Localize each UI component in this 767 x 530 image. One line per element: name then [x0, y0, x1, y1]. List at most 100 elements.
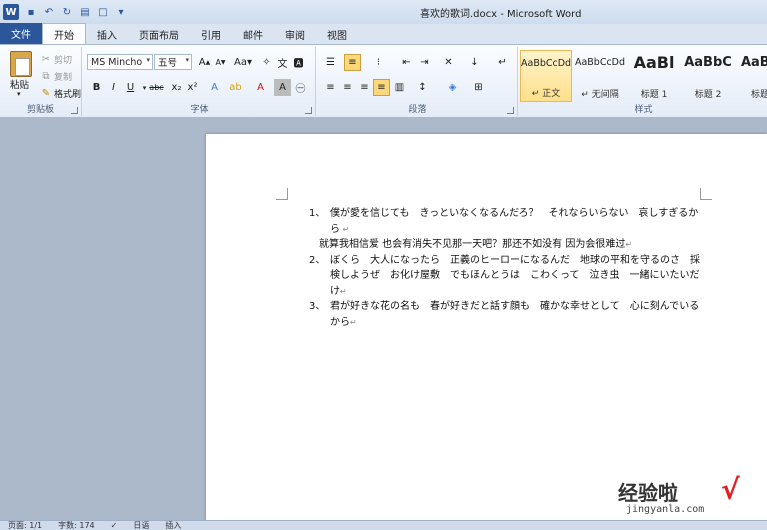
paste-dropdown-icon: ▾: [17, 90, 21, 98]
font-color-icon[interactable]: A: [252, 79, 269, 96]
status-language[interactable]: 日语: [133, 521, 149, 530]
clear-format-icon[interactable]: ✧: [258, 54, 275, 71]
shrink-font-icon[interactable]: A ▼: [212, 54, 229, 71]
tab-home[interactable]: 开始: [42, 23, 86, 44]
shading-icon[interactable]: ◈: [444, 79, 461, 96]
format-painter-button[interactable]: ✎ 格式刷: [38, 85, 81, 101]
style-title-sample: AaBb: [740, 55, 767, 70]
tab-mailings[interactable]: 邮件: [232, 24, 274, 44]
style-title-name: 标题: [750, 90, 767, 100]
document-area[interactable]: 1、 僕が愛を信じても きっといなくなるんだろ？ それならいらない 哀しすぎるか…: [0, 118, 767, 524]
list-item[interactable]: 就算我相信爱 也会有消失不见那一天吧？那还不如没有 因为会很难过↵: [309, 237, 704, 253]
align-center-icon[interactable]: ≡: [339, 79, 356, 96]
watermark: 经验啦 √ jingyanla.com: [618, 473, 763, 519]
italic-icon[interactable]: I: [105, 79, 122, 96]
styles-group-label: 样式: [634, 105, 653, 115]
paste-button[interactable]: 粘贴 ▾: [2, 47, 38, 105]
phonetic-guide-icon[interactable]: 文: [274, 54, 291, 71]
new-document-icon[interactable]: □: [96, 5, 110, 19]
paragraph-mark-icon: ↵: [340, 286, 347, 296]
list-item[interactable]: 1、 僕が愛を信じても きっといなくなるんだろ？ それならいらない 哀しすぎるか…: [309, 206, 704, 237]
sort-icon[interactable]: ↓: [466, 54, 483, 71]
char-border-icon[interactable]: 🅰: [290, 54, 307, 71]
align-right-icon[interactable]: ≡: [356, 79, 373, 96]
increase-indent-icon[interactable]: ⇥: [416, 54, 433, 71]
align-left-icon[interactable]: ≡: [322, 79, 339, 96]
paragraph-text: ぼくら 大人になったら 正義のヒーローになるんだ 地球の平和を守るのさ 採検しよ…: [330, 254, 700, 297]
format-painter-icon: ✎: [41, 87, 51, 99]
font-name-dropdown-icon: ▾: [146, 56, 150, 64]
word-logo-icon[interactable]: W: [3, 4, 19, 20]
superscript-icon[interactable]: x²: [184, 79, 201, 96]
font-group: MS Mincho ▾ 五号 ▾ A ▲ A ▼ Aa▾ ✧ 文 🅰 B I U ▾…: [84, 47, 316, 116]
style-heading-2-sample: AaBbC: [684, 55, 732, 70]
text-effects-icon[interactable]: A: [206, 79, 223, 96]
highlight-icon[interactable]: ab: [227, 79, 244, 96]
strikethrough-icon[interactable]: abc: [148, 79, 165, 96]
distributed-icon[interactable]: ▥: [391, 79, 408, 96]
tab-page-layout[interactable]: 页面布局: [128, 24, 190, 44]
borders-icon[interactable]: ⊞: [470, 79, 487, 96]
subscript-icon[interactable]: x₂: [168, 79, 185, 96]
chinese-layout-icon[interactable]: ✕: [440, 54, 457, 71]
print-preview-icon[interactable]: ▤: [78, 5, 92, 19]
font-size-combo[interactable]: 五号 ▾: [154, 54, 192, 70]
style-heading-2-name: 标题 2: [694, 90, 722, 100]
tab-file[interactable]: 文件: [0, 23, 42, 44]
style-heading-2[interactable]: AaBbC 标题 2: [682, 50, 734, 102]
style-title[interactable]: AaBb 标题: [734, 50, 767, 102]
styles-group: AaBbCcDd ↵ 正文 AaBbCcDd ↵ 无间隔 AaBl 标题 1 A…: [520, 47, 767, 116]
tab-view[interactable]: 视图: [316, 24, 358, 44]
style-no-spacing-sample: AaBbCcDd: [574, 57, 626, 68]
bold-icon[interactable]: B: [88, 79, 105, 96]
change-case-icon[interactable]: Aa▾: [232, 54, 254, 71]
proofing-icon[interactable]: ✓: [111, 521, 118, 530]
cut-button[interactable]: ✂ 剪切: [38, 51, 72, 67]
paragraph-launcher-icon[interactable]: [507, 107, 514, 114]
bullets-icon[interactable]: ☰: [322, 54, 339, 71]
save-icon[interactable]: ▪: [24, 5, 38, 19]
enclose-char-icon[interactable]: ㊀: [292, 79, 309, 96]
document-page[interactable]: 1、 僕が愛を信じても きっといなくなるんだろ？ それならいらない 哀しすぎるか…: [206, 134, 767, 524]
font-group-label: 字体: [190, 105, 209, 115]
tab-references[interactable]: 引用: [190, 24, 232, 44]
quick-access-toolbar: W ▪ ↶ ↻ ▤ □ ▾: [0, 0, 132, 24]
redo-icon[interactable]: ↻: [60, 5, 74, 19]
decrease-indent-icon[interactable]: ⇤: [398, 54, 415, 71]
list-number: 3、: [309, 301, 326, 312]
font-launcher-icon[interactable]: [305, 107, 312, 114]
char-shading-icon[interactable]: A: [274, 79, 291, 96]
clipboard-launcher-icon[interactable]: [71, 107, 78, 114]
line-spacing-icon[interactable]: ↕: [414, 79, 431, 96]
paragraph-mark-icon: ↵: [350, 317, 357, 327]
justify-icon[interactable]: ≡: [373, 79, 390, 96]
tab-insert[interactable]: 插入: [86, 24, 128, 44]
grow-font-icon[interactable]: A ▲: [196, 54, 213, 71]
paragraph-group: ☰ ≡ ⁝ ⇤ ⇥ ✕ ↓ ↵ ≡ ≡ ≡ ≡ ▥ ↕ ◈ ⊞ 段落: [318, 47, 518, 116]
copy-button[interactable]: ⧉ 复制: [38, 68, 72, 84]
style-no-spacing[interactable]: AaBbCcDd ↵ 无间隔: [574, 50, 626, 102]
status-mode[interactable]: 插入: [165, 521, 181, 530]
multilevel-list-icon[interactable]: ⁝: [370, 54, 387, 71]
font-size-dropdown-icon: ▾: [185, 56, 189, 64]
style-heading-1[interactable]: AaBl 标题 1: [628, 50, 680, 102]
status-page[interactable]: 页面: 1/1: [8, 521, 42, 530]
list-item[interactable]: 3、 君が好きな花の名も 春が好きだと話す顔も 確かな幸せとして 心に刻んでいる…: [309, 299, 704, 330]
title-bar: W ▪ ↶ ↻ ▤ □ ▾ 喜欢的歌词.docx - Microsoft Wor…: [0, 0, 767, 24]
numbering-icon[interactable]: ≡: [344, 54, 361, 71]
clipboard-group-label: 剪贴板: [26, 105, 54, 115]
style-normal[interactable]: AaBbCcDd ↵ 正文: [520, 50, 572, 102]
show-marks-icon[interactable]: ↵: [494, 54, 511, 71]
undo-icon[interactable]: ↶: [42, 5, 56, 19]
cut-label: 剪切: [54, 55, 73, 66]
list-item[interactable]: 2、 ぼくら 大人になったら 正義のヒーローになるんだ 地球の平和を守るのさ 採…: [309, 253, 704, 300]
customize-qat-icon[interactable]: ▾: [114, 5, 128, 19]
status-words[interactable]: 字数: 174: [58, 521, 95, 530]
style-heading-1-sample: AaBl: [633, 53, 675, 72]
font-name-value: MS Mincho: [91, 56, 143, 68]
document-text[interactable]: 1、 僕が愛を信じても きっといなくなるんだろ？ それならいらない 哀しすぎるか…: [309, 206, 704, 330]
font-name-combo[interactable]: MS Mincho ▾: [87, 54, 153, 70]
font-size-value: 五号: [158, 58, 178, 69]
tab-review[interactable]: 审阅: [274, 24, 316, 44]
paragraph-group-label: 段落: [408, 105, 427, 115]
